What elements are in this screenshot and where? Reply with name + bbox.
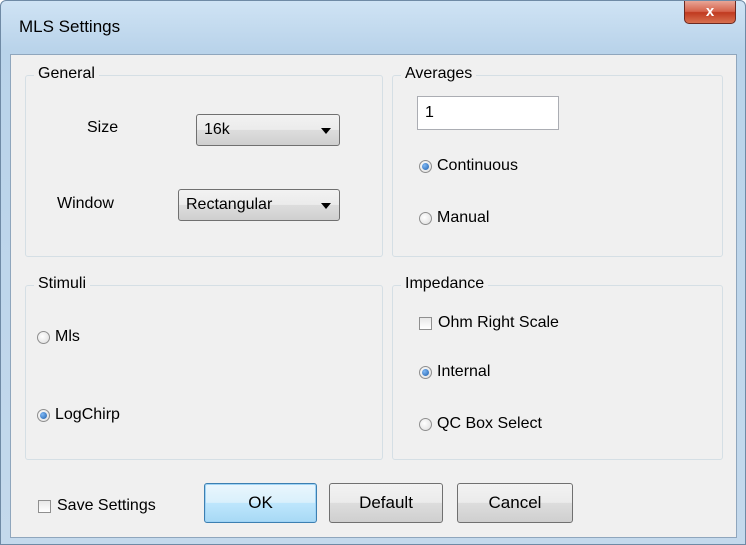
close-icon: x xyxy=(705,3,715,20)
checkbox-unchecked-icon xyxy=(419,317,432,330)
dialog-window: MLS Settings x General Size 16k Window R… xyxy=(0,0,746,545)
qc-box-select-label: QC Box Select xyxy=(437,415,542,432)
size-dropdown[interactable]: 16k xyxy=(196,114,340,146)
mls-label: Mls xyxy=(55,328,80,345)
window-title: MLS Settings xyxy=(19,17,121,36)
checkbox-unchecked-icon xyxy=(38,500,51,513)
averages-group: Averages 1 Continuous Manual xyxy=(392,65,723,257)
window-value: Rectangular xyxy=(186,196,273,213)
radio-selected-icon xyxy=(37,409,50,422)
chevron-down-icon xyxy=(321,203,331,209)
radio-unselected-icon xyxy=(37,331,50,344)
manual-label: Manual xyxy=(437,209,490,226)
averages-count-value: 1 xyxy=(425,104,434,121)
size-label: Size xyxy=(87,119,119,136)
title-bar[interactable]: MLS Settings x xyxy=(1,1,745,53)
averages-group-label: Averages xyxy=(401,65,477,83)
close-button[interactable]: x xyxy=(684,1,736,24)
ohm-right-scale-label: Ohm Right Scale xyxy=(438,314,559,331)
radio-unselected-icon xyxy=(419,212,432,225)
size-value: 16k xyxy=(204,121,230,138)
radio-selected-icon xyxy=(419,160,432,173)
impedance-group: Impedance Ohm Right Scale Internal QC Bo… xyxy=(392,275,723,460)
cancel-button[interactable]: Cancel xyxy=(457,483,573,523)
radio-unselected-icon xyxy=(419,418,432,431)
dialog-client-area: General Size 16k Window Rectangular Aver… xyxy=(10,54,737,538)
chevron-down-icon xyxy=(321,128,331,134)
impedance-group-label: Impedance xyxy=(401,275,489,293)
continuous-label: Continuous xyxy=(437,157,518,174)
averages-count-input[interactable]: 1 xyxy=(417,96,559,130)
internal-label: Internal xyxy=(437,363,491,380)
stimuli-group: Stimuli Mls LogChirp xyxy=(25,275,383,460)
window-dropdown[interactable]: Rectangular xyxy=(178,189,340,221)
general-group-label: General xyxy=(34,65,99,83)
logchirp-label: LogChirp xyxy=(55,406,120,423)
ok-button[interactable]: OK xyxy=(204,483,317,523)
window-label: Window xyxy=(57,195,114,212)
general-group: General Size 16k Window Rectangular xyxy=(25,65,383,257)
save-settings-label: Save Settings xyxy=(57,497,156,514)
default-button[interactable]: Default xyxy=(329,483,443,523)
radio-selected-icon xyxy=(419,366,432,379)
stimuli-group-label: Stimuli xyxy=(34,275,91,293)
